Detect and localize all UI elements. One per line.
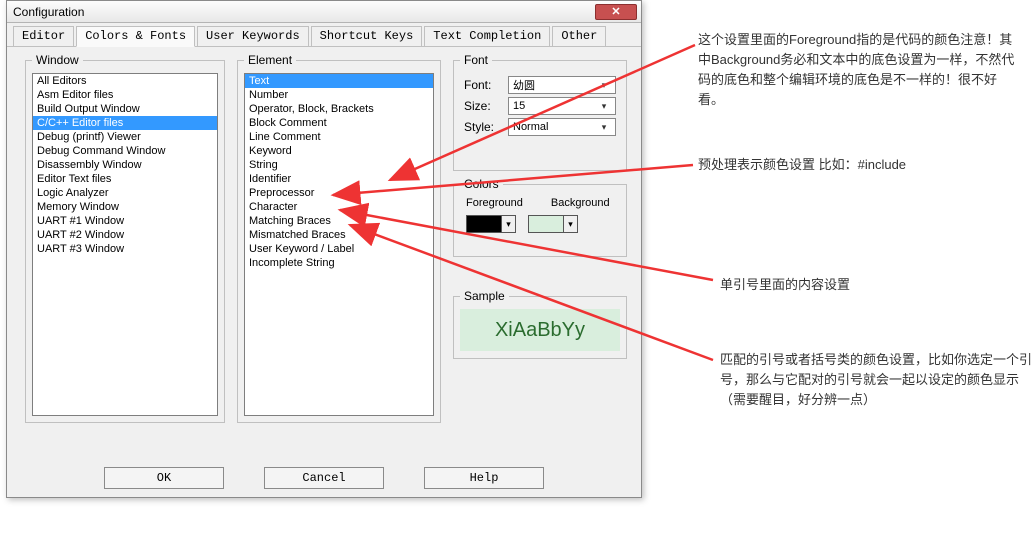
chevron-down-icon: ▾: [597, 80, 611, 91]
window-list-item[interactable]: Memory Window: [33, 200, 217, 214]
tab-strip: Editor Colors & Fonts User Keywords Shor…: [7, 23, 641, 47]
style-label: Style:: [464, 120, 504, 134]
window-list-item[interactable]: C/C++ Editor files: [33, 116, 217, 130]
tab-shortcut-keys[interactable]: Shortcut Keys: [311, 26, 423, 46]
sample-preview: XiAaBbYy: [460, 309, 620, 351]
element-list-item[interactable]: Block Comment: [245, 116, 433, 130]
close-icon: ✕: [611, 5, 620, 18]
foreground-label: Foreground: [466, 197, 523, 209]
element-list-item[interactable]: Operator, Block, Brackets: [245, 102, 433, 116]
element-list-item[interactable]: Keyword: [245, 144, 433, 158]
style-dropdown[interactable]: Normal ▾: [508, 118, 616, 136]
dialog-body: Window All EditorsAsm Editor filesBuild …: [7, 47, 641, 457]
window-list-item[interactable]: All Editors: [33, 74, 217, 88]
size-dropdown[interactable]: 15 ▾: [508, 97, 616, 115]
background-swatch[interactable]: ▾: [528, 215, 578, 233]
window-list-item[interactable]: UART #3 Window: [33, 242, 217, 256]
annotation-matching-braces: 匹配的引号或者括号类的颜色设置，比如你选定一个引号，那么与它配对的引号就会一起以…: [720, 350, 1036, 410]
element-list-item[interactable]: Matching Braces: [245, 214, 433, 228]
element-legend: Element: [244, 53, 296, 67]
annotation-character: 单引号里面的内容设置: [720, 275, 1036, 295]
annotation-preprocessor: 预处理表示颜色设置 比如：#include: [698, 155, 1018, 175]
element-list-item[interactable]: Text: [245, 74, 433, 88]
element-list-item[interactable]: Mismatched Braces: [245, 228, 433, 242]
element-list-item[interactable]: String: [245, 158, 433, 172]
cancel-button[interactable]: Cancel: [264, 467, 384, 489]
configuration-dialog: Configuration ✕ Editor Colors & Fonts Us…: [6, 0, 642, 498]
tab-other[interactable]: Other: [552, 26, 606, 46]
element-list-item[interactable]: Preprocessor: [245, 186, 433, 200]
titlebar: Configuration ✕: [7, 1, 641, 23]
chevron-down-icon: ▾: [597, 122, 611, 133]
element-list-item[interactable]: Identifier: [245, 172, 433, 186]
element-list-item[interactable]: Line Comment: [245, 130, 433, 144]
window-group: Window All EditorsAsm Editor filesBuild …: [25, 53, 225, 423]
tab-user-keywords[interactable]: User Keywords: [197, 26, 309, 46]
foreground-color: [467, 216, 501, 232]
font-label: Font:: [464, 78, 504, 92]
button-row: OK Cancel Help: [7, 467, 641, 489]
size-value: 15: [513, 100, 525, 112]
element-list-item[interactable]: Number: [245, 88, 433, 102]
element-list-item[interactable]: User Keyword / Label: [245, 242, 433, 256]
element-list-item[interactable]: Character: [245, 200, 433, 214]
window-list-item[interactable]: Build Output Window: [33, 102, 217, 116]
element-listbox[interactable]: TextNumberOperator, Block, BracketsBlock…: [244, 73, 434, 416]
font-group: Font Font: 幼圆 ▾ Size: 15 ▾ Style: Normal: [453, 53, 627, 171]
window-list-item[interactable]: Asm Editor files: [33, 88, 217, 102]
annotation-foreground: 这个设置里面的Foreground指的是代码的颜色注意！其中Background…: [698, 30, 1018, 110]
window-list-item[interactable]: Debug (printf) Viewer: [33, 130, 217, 144]
element-group: Element TextNumberOperator, Block, Brack…: [237, 53, 441, 423]
tab-colors-fonts[interactable]: Colors & Fonts: [76, 26, 195, 47]
chevron-down-icon: ▾: [501, 216, 515, 232]
font-dropdown[interactable]: 幼圆 ▾: [508, 76, 616, 94]
element-list-item[interactable]: Incomplete String: [245, 256, 433, 270]
window-list-item[interactable]: Logic Analyzer: [33, 186, 217, 200]
background-color: [529, 216, 563, 232]
dialog-title: Configuration: [13, 5, 84, 19]
close-button[interactable]: ✕: [595, 4, 637, 20]
window-listbox[interactable]: All EditorsAsm Editor filesBuild Output …: [32, 73, 218, 416]
chevron-down-icon: ▾: [563, 216, 577, 232]
ok-button[interactable]: OK: [104, 467, 224, 489]
window-list-item[interactable]: Editor Text files: [33, 172, 217, 186]
window-list-item[interactable]: UART #1 Window: [33, 214, 217, 228]
colors-group: Colors Foreground Background ▾ ▾: [453, 177, 627, 257]
sample-legend: Sample: [460, 289, 509, 303]
window-list-item[interactable]: Debug Command Window: [33, 144, 217, 158]
window-legend: Window: [32, 53, 83, 67]
colors-legend: Colors: [460, 177, 503, 191]
sample-group: Sample XiAaBbYy: [453, 289, 627, 359]
window-list-item[interactable]: Disassembly Window: [33, 158, 217, 172]
help-button[interactable]: Help: [424, 467, 544, 489]
window-list-item[interactable]: UART #2 Window: [33, 228, 217, 242]
background-label: Background: [551, 197, 610, 209]
font-value: 幼圆: [513, 77, 535, 93]
foreground-swatch[interactable]: ▾: [466, 215, 516, 233]
font-legend: Font: [460, 53, 492, 67]
chevron-down-icon: ▾: [597, 101, 611, 112]
size-label: Size:: [464, 99, 504, 113]
tab-text-completion[interactable]: Text Completion: [424, 26, 550, 46]
style-value: Normal: [513, 121, 548, 133]
tab-editor[interactable]: Editor: [13, 26, 74, 46]
